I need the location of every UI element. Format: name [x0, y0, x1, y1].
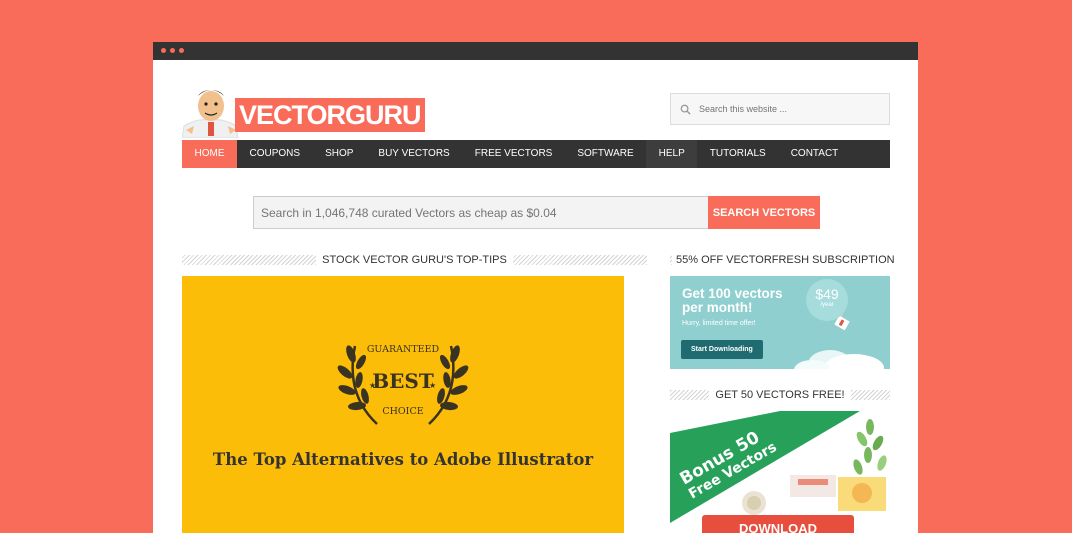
- window-dot[interactable]: [161, 48, 166, 53]
- search-vectors-button[interactable]: SEARCH VECTORS: [708, 196, 820, 229]
- ad-subtext: Hurry, limited time offer!: [682, 320, 756, 327]
- badge-top-text: GUARANTEED: [367, 344, 440, 355]
- nav-item-home[interactable]: HOME: [182, 140, 237, 168]
- featured-post-image[interactable]: ★ ★ GUARANTEED BEST CHOICE The Top Alter…: [182, 276, 624, 533]
- nav-item-buy-vectors[interactable]: BUY VECTORS: [366, 140, 462, 168]
- main-nav: HOME COUPONS SHOP BUY VECTORS FREE VECTO…: [182, 140, 890, 168]
- sidebar-widget-title: 55% OFF VECTORFRESH SUBSCRIPTION: [672, 254, 899, 266]
- vector-search-bar: SEARCH VECTORS: [253, 196, 820, 229]
- nav-item-software[interactable]: SOFTWARE: [565, 140, 646, 168]
- sidebar-heading: GET 50 VECTORS FREE!: [670, 388, 890, 402]
- nav-item-free-vectors[interactable]: FREE VECTORS: [462, 140, 565, 168]
- site-search-input[interactable]: [699, 104, 879, 114]
- nav-item-contact[interactable]: CONTACT: [778, 140, 851, 168]
- nav-item-tutorials[interactable]: TUTORIALS: [697, 140, 778, 168]
- nav-item-shop[interactable]: SHOP: [313, 140, 366, 168]
- start-downloading-button[interactable]: Start Downloading: [681, 340, 763, 359]
- guru-mascot-icon: [182, 90, 239, 138]
- free-vectors-banner[interactable]: Bonus 50 Free Vectors DOWNLOAD: [670, 411, 890, 533]
- browser-title-bar: [153, 42, 918, 60]
- price-badge: $49 /year: [806, 279, 848, 321]
- window-dot[interactable]: [170, 48, 175, 53]
- sidebar-heading: 55% OFF VECTORFRESH SUBSCRIPTION: [670, 253, 899, 267]
- heading-divider: [670, 390, 710, 400]
- heading-divider: [850, 390, 890, 400]
- price-period: /year: [820, 302, 834, 308]
- ad-headline: Get 100 vectors per month!: [682, 286, 783, 315]
- logo-text: VECTORGURU: [235, 98, 425, 132]
- section-title: STOCK VECTOR GURU'S TOP-TIPS: [316, 254, 513, 266]
- vectorfresh-ad-banner[interactable]: Get 100 vectors per month! Hurry, limite…: [670, 276, 890, 369]
- badge-main-text: BEST: [372, 369, 434, 393]
- heading-divider: [512, 255, 647, 265]
- site-logo[interactable]: VECTORGURU: [182, 82, 425, 138]
- search-icon: [671, 104, 699, 115]
- best-choice-badge-icon: ★ ★ GUARANTEED BEST CHOICE: [337, 344, 469, 425]
- site-search-box[interactable]: [670, 93, 890, 125]
- nav-item-coupons[interactable]: COUPONS: [237, 140, 313, 168]
- download-button[interactable]: DOWNLOAD: [702, 515, 854, 533]
- window-dot[interactable]: [179, 48, 184, 53]
- web-page: VECTORGURU HOME COUPONS SHOP BUY VECTORS…: [182, 60, 899, 533]
- heading-divider: [182, 255, 317, 265]
- section-heading: STOCK VECTOR GURU'S TOP-TIPS: [182, 253, 647, 267]
- vector-search-input[interactable]: [253, 196, 708, 229]
- featured-post-title[interactable]: The Top Alternatives to Adobe Illustrato…: [182, 450, 624, 469]
- browser-window: VECTORGURU HOME COUPONS SHOP BUY VECTORS…: [153, 42, 918, 533]
- nav-item-help[interactable]: HELP: [646, 140, 698, 168]
- price-value: $49: [815, 286, 839, 302]
- badge-bottom-text: CHOICE: [382, 406, 423, 417]
- sidebar-widget-title: GET 50 VECTORS FREE!: [709, 389, 851, 401]
